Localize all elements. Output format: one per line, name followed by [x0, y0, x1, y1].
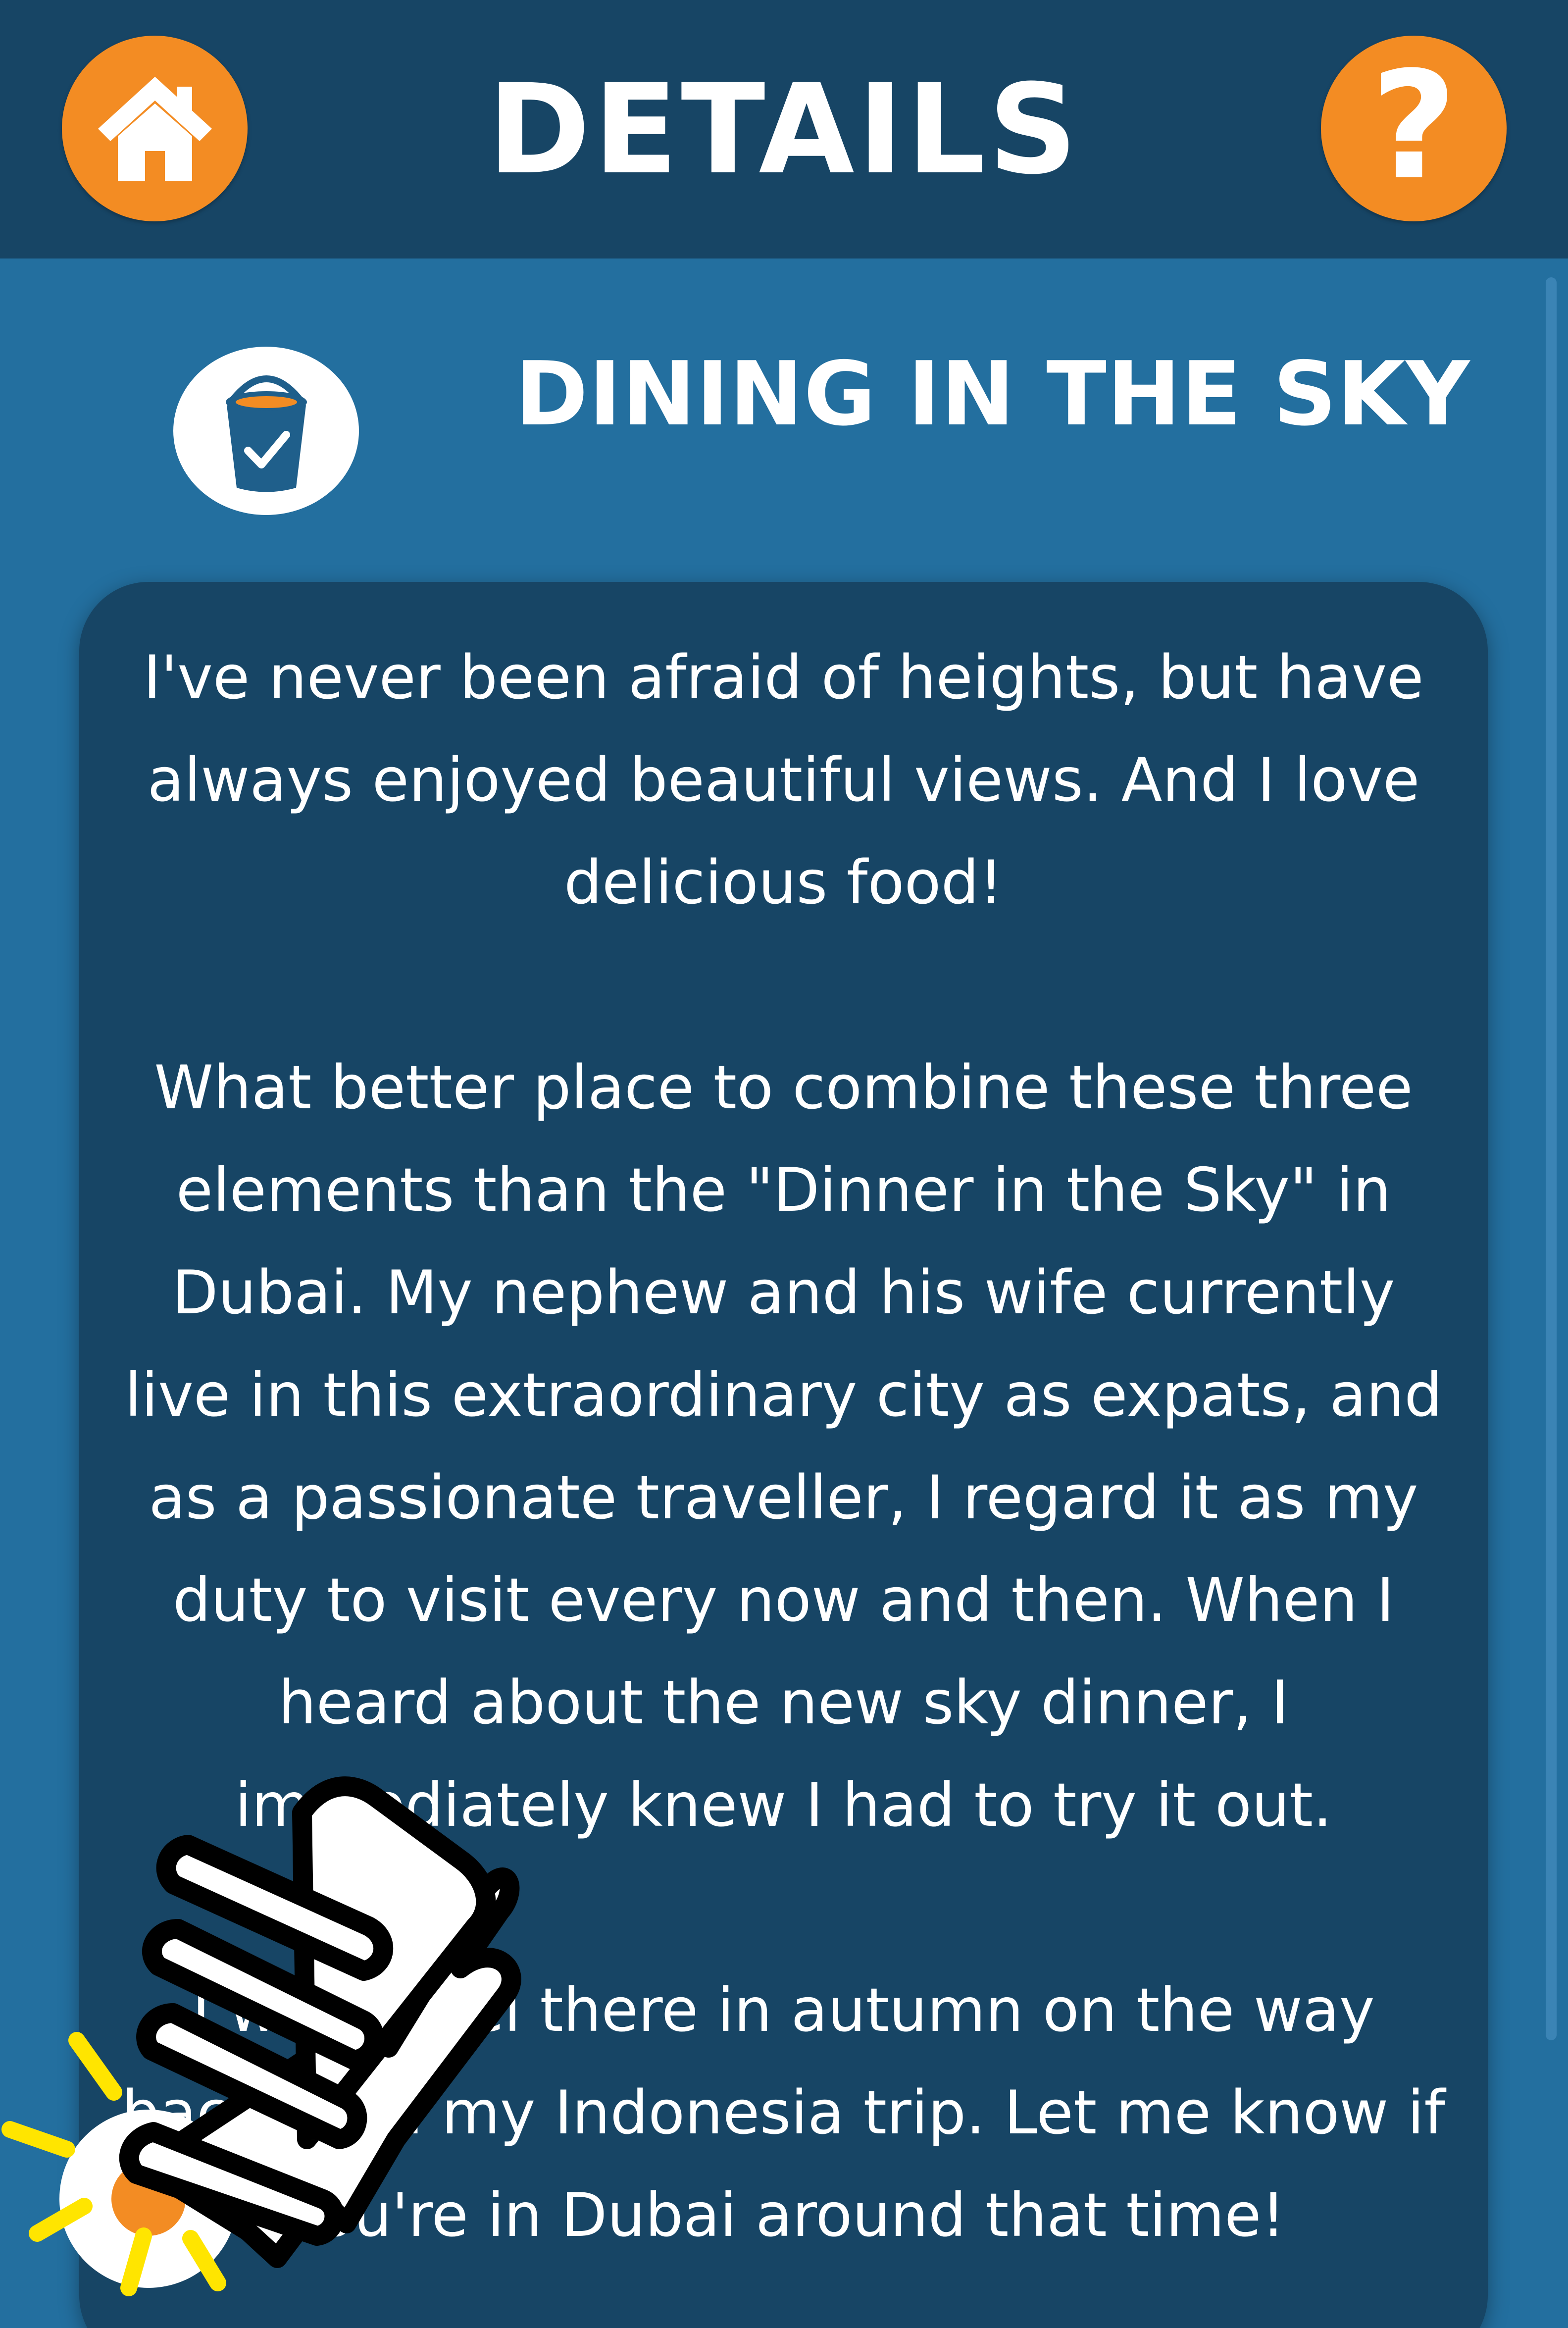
help-button[interactable]: ?: [1321, 36, 1507, 221]
story-paragraph: What better place to combine these three…: [125, 1053, 1442, 1840]
story-text: I've never been afraid of heights, but h…: [114, 626, 1453, 2267]
story-paragraph: I've never been afraid of heights, but h…: [143, 643, 1424, 918]
home-button[interactable]: [62, 36, 248, 221]
scrollbar[interactable]: [1546, 277, 1557, 2040]
story-paragraph: I will travel there in autumn on the way…: [122, 1975, 1445, 2250]
header-bar: DETAILS ?: [0, 0, 1568, 259]
bucket-checkmark-icon: [225, 375, 307, 492]
floating-action-button[interactable]: [59, 2110, 238, 2288]
orange-dot-icon: [111, 2162, 186, 2236]
entry-title: DINING IN THE SKY: [515, 342, 1470, 445]
bucket-list-badge: [173, 347, 359, 515]
question-mark-icon: ?: [1370, 39, 1457, 212]
home-icon: [98, 76, 212, 181]
story-card: I've never been afraid of heights, but h…: [79, 582, 1488, 2328]
